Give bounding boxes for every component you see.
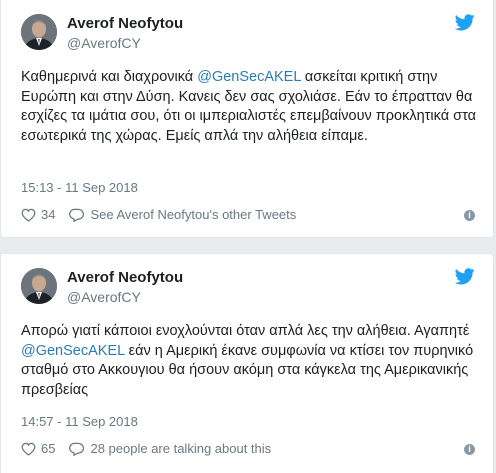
info-icon[interactable]: i bbox=[464, 210, 475, 221]
tweet-card[interactable]: Averof Neofytou @AverofCY Καθημερινά και… bbox=[0, 0, 494, 238]
speech-bubble-icon[interactable] bbox=[69, 208, 85, 222]
avatar-image bbox=[21, 268, 57, 304]
avatar[interactable] bbox=[21, 268, 57, 304]
avatar-image bbox=[21, 14, 57, 50]
author-name[interactable]: Averof Neofytou bbox=[67, 269, 183, 286]
tweet-text: Απορώ γιατί κάποιοι ενοχλούνται όταν απλ… bbox=[21, 322, 481, 400]
tweet-text-start: Απορώ γιατί κάποιοι ενοχλούνται όταν απλ… bbox=[21, 323, 470, 339]
avatar[interactable] bbox=[21, 14, 57, 50]
twitter-bird-icon[interactable] bbox=[454, 14, 475, 36]
speech-bubble-icon[interactable] bbox=[69, 442, 85, 456]
tweet-timestamp[interactable]: 15:13 - 11 Sep 2018 bbox=[21, 180, 138, 195]
heart-icon[interactable] bbox=[21, 208, 36, 222]
other-tweets-link[interactable]: See Averof Neofytou's other Tweets bbox=[90, 207, 296, 222]
author-name[interactable]: Averof Neofytou bbox=[67, 15, 183, 32]
info-icon[interactable]: i bbox=[464, 444, 475, 455]
mention-link[interactable]: @GenSecAKEL bbox=[21, 343, 125, 359]
tweet-text: Καθημερινά και διαχρονικά @GenSecAKEL ασ… bbox=[21, 68, 481, 146]
twitter-bird-icon[interactable] bbox=[454, 268, 475, 290]
author-handle[interactable]: @AverofCY bbox=[67, 289, 141, 305]
mention-link[interactable]: @GenSecAKEL bbox=[197, 69, 301, 85]
author-handle[interactable]: @AverofCY bbox=[67, 35, 141, 51]
like-count[interactable]: 65 bbox=[41, 441, 55, 456]
like-count[interactable]: 34 bbox=[41, 207, 55, 222]
tweet-timestamp[interactable]: 14:57 - 11 Sep 2018 bbox=[21, 414, 138, 429]
heart-icon[interactable] bbox=[21, 442, 36, 456]
tweet-actions: 34 See Averof Neofytou's other Tweets bbox=[21, 207, 296, 222]
tweet-actions: 65 28 people are talking about this bbox=[21, 441, 271, 456]
talking-about-link[interactable]: 28 people are talking about this bbox=[90, 441, 271, 456]
tweet-card[interactable]: Averof Neofytou @AverofCY Απορώ γιατί κά… bbox=[0, 253, 494, 473]
tweet-text-start: Καθημερινά και διαχρονικά bbox=[21, 69, 198, 85]
